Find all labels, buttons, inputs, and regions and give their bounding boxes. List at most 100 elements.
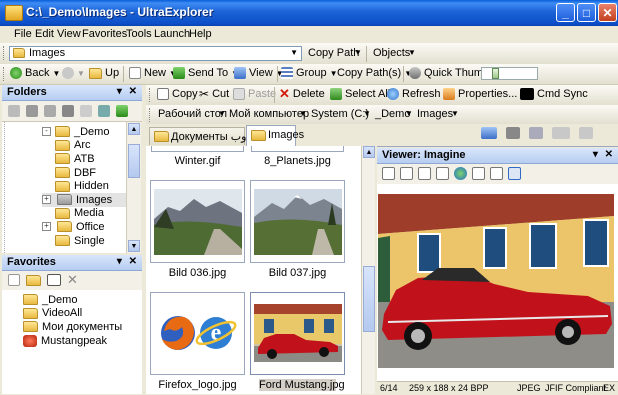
panel-close-icon[interactable]: ▾ ✕ bbox=[117, 256, 139, 267]
forward-button[interactable]: ▼ bbox=[62, 67, 85, 79]
properties-button[interactable]: Properties... bbox=[443, 88, 517, 100]
zoom-out-icon[interactable] bbox=[400, 167, 413, 180]
file-name[interactable]: Firefox_logo.jpg bbox=[150, 379, 245, 391]
expand-icon[interactable]: + bbox=[42, 222, 51, 232]
menu-file[interactable]: File bbox=[14, 28, 32, 40]
tree-item-demo[interactable]: - _Demo bbox=[42, 125, 126, 139]
menu-tools[interactable]: Tools bbox=[126, 28, 152, 40]
menu-view[interactable]: View bbox=[57, 28, 81, 40]
chevron-down-icon[interactable]: ▼ bbox=[354, 48, 362, 57]
tree-item-single[interactable]: Single bbox=[42, 234, 126, 248]
favorite-item[interactable]: Mustangpeak bbox=[23, 334, 122, 348]
drive-icon[interactable] bbox=[44, 105, 56, 117]
scroll-down-icon[interactable]: ▼ bbox=[128, 240, 140, 252]
scroll-up-icon[interactable]: ▲ bbox=[128, 123, 140, 135]
cascade-icon[interactable] bbox=[579, 127, 593, 139]
fit-icon[interactable] bbox=[418, 167, 431, 180]
copy-paths-button[interactable]: Copy Path(s)▼ bbox=[337, 67, 412, 79]
scroll-thumb[interactable] bbox=[128, 144, 140, 178]
new-button[interactable]: New▼ bbox=[129, 67, 177, 79]
layout-icon[interactable] bbox=[481, 127, 497, 139]
menu-edit[interactable]: Edit bbox=[35, 28, 54, 40]
file-name[interactable]: Bild 037.jpg bbox=[250, 267, 345, 279]
rename-icon[interactable] bbox=[47, 274, 61, 286]
favorite-item[interactable]: VideoAll bbox=[23, 307, 122, 321]
tree-item-atb[interactable]: ATB bbox=[42, 152, 126, 166]
collapse-icon[interactable]: - bbox=[42, 127, 51, 137]
window-icon[interactable] bbox=[529, 127, 543, 139]
file-view-scrollbar[interactable]: ▲ bbox=[361, 146, 376, 394]
thumbnail-bild-037[interactable] bbox=[250, 180, 345, 263]
chevron-down-icon[interactable]: ▼ bbox=[408, 48, 416, 57]
print-icon[interactable] bbox=[506, 127, 520, 139]
minimize-button[interactable]: _ bbox=[556, 3, 575, 22]
cut-button[interactable]: ✂ Cut bbox=[199, 88, 229, 100]
group-button[interactable]: Group ▼ bbox=[281, 67, 338, 79]
thumbnail-ford-mustang[interactable] bbox=[250, 292, 345, 375]
chevron-down-icon[interactable]: ▼ bbox=[218, 109, 226, 118]
rotate-left-icon[interactable] bbox=[472, 167, 485, 180]
back-button[interactable]: Back ▼ bbox=[10, 67, 60, 79]
select-all-button[interactable]: Select All bbox=[330, 88, 390, 100]
paste-button[interactable]: Paste bbox=[233, 88, 276, 100]
tree-item-dbf[interactable]: DBF bbox=[42, 166, 126, 180]
breadcrumb-item[interactable]: Рабочий стол bbox=[158, 108, 227, 120]
globe-icon[interactable] bbox=[454, 167, 467, 180]
tree-item-hidden[interactable]: Hidden bbox=[42, 179, 126, 193]
drive-icon[interactable] bbox=[62, 105, 74, 117]
favorite-item[interactable]: Мои документы bbox=[23, 320, 122, 334]
image-viewer[interactable] bbox=[377, 184, 618, 381]
favorite-item[interactable]: _Demo bbox=[23, 293, 122, 307]
file-name[interactable]: 8_Planets.jpg bbox=[251, 155, 344, 167]
rotate-right-icon[interactable] bbox=[490, 167, 503, 180]
breadcrumb-item[interactable]: System (C:) bbox=[311, 108, 369, 120]
chevron-down-icon[interactable]: ▼ bbox=[290, 48, 298, 57]
thumbnail-bild-036[interactable] bbox=[150, 180, 245, 263]
close-button[interactable]: ✕ bbox=[598, 3, 617, 22]
zoom-in-icon[interactable] bbox=[382, 167, 395, 180]
refresh-button[interactable]: Refresh bbox=[387, 88, 441, 100]
tree-item-media[interactable]: Media bbox=[42, 207, 126, 221]
drive-icon[interactable] bbox=[98, 105, 110, 117]
new-folder-icon[interactable] bbox=[26, 274, 41, 286]
tab-documents[interactable]: Документы ندوب bbox=[149, 127, 255, 145]
chevron-down-icon[interactable]: ▼ bbox=[299, 109, 307, 118]
breadcrumb-item[interactable]: Мой компьютер bbox=[229, 108, 309, 120]
delete-button[interactable]: ✕ Delete bbox=[279, 87, 325, 100]
folder-tree-scrollbar[interactable]: ▲ ▼ bbox=[126, 122, 141, 253]
drive-icon[interactable] bbox=[26, 105, 38, 117]
chevron-down-icon[interactable]: ▼ bbox=[363, 109, 371, 118]
thumb-size-slider[interactable] bbox=[481, 67, 538, 80]
copy-button[interactable]: Copy bbox=[157, 88, 198, 100]
panel-close-icon[interactable]: ▾ ✕ bbox=[593, 149, 615, 160]
network-icon[interactable] bbox=[80, 105, 92, 117]
thumbnail-frame[interactable] bbox=[151, 146, 244, 152]
file-name[interactable]: Bild 036.jpg bbox=[150, 267, 245, 279]
slider-thumb[interactable] bbox=[492, 68, 499, 79]
address-combo[interactable]: Images ▼ bbox=[9, 46, 302, 61]
chevron-down-icon[interactable]: ▼ bbox=[451, 109, 459, 118]
recycle-icon[interactable] bbox=[116, 105, 128, 117]
new-favorite-icon[interactable] bbox=[8, 274, 20, 286]
tile-icon[interactable] bbox=[552, 127, 570, 139]
fullscreen-icon[interactable] bbox=[508, 167, 521, 180]
tree-item-office[interactable]: + Office bbox=[42, 220, 126, 234]
breadcrumb-item[interactable]: Images bbox=[417, 108, 453, 120]
maximize-button[interactable]: □ bbox=[577, 3, 596, 22]
objects-button[interactable]: Objects bbox=[373, 47, 410, 59]
panel-close-icon[interactable]: ▾ ✕ bbox=[117, 86, 139, 97]
send-to-button[interactable]: Send To▼ bbox=[173, 67, 239, 79]
desktop-icon[interactable] bbox=[8, 105, 20, 117]
up-button[interactable]: Up bbox=[89, 67, 119, 79]
delete-icon[interactable]: ✕ bbox=[67, 273, 78, 286]
file-name[interactable]: Winter.gif bbox=[151, 155, 244, 167]
menu-launch[interactable]: Launch bbox=[154, 28, 190, 40]
actual-size-icon[interactable] bbox=[436, 167, 449, 180]
menu-favorites[interactable]: Favorites bbox=[82, 28, 127, 40]
scroll-thumb[interactable] bbox=[363, 266, 375, 332]
scroll-up-icon[interactable]: ▲ bbox=[363, 146, 375, 158]
file-name-selected[interactable]: Ford Mustang.jpg bbox=[259, 379, 345, 391]
tab-images[interactable]: Images bbox=[246, 125, 304, 146]
tree-item-images[interactable]: + Images bbox=[42, 192, 126, 207]
tree-item-arc[interactable]: Arc bbox=[42, 139, 126, 153]
